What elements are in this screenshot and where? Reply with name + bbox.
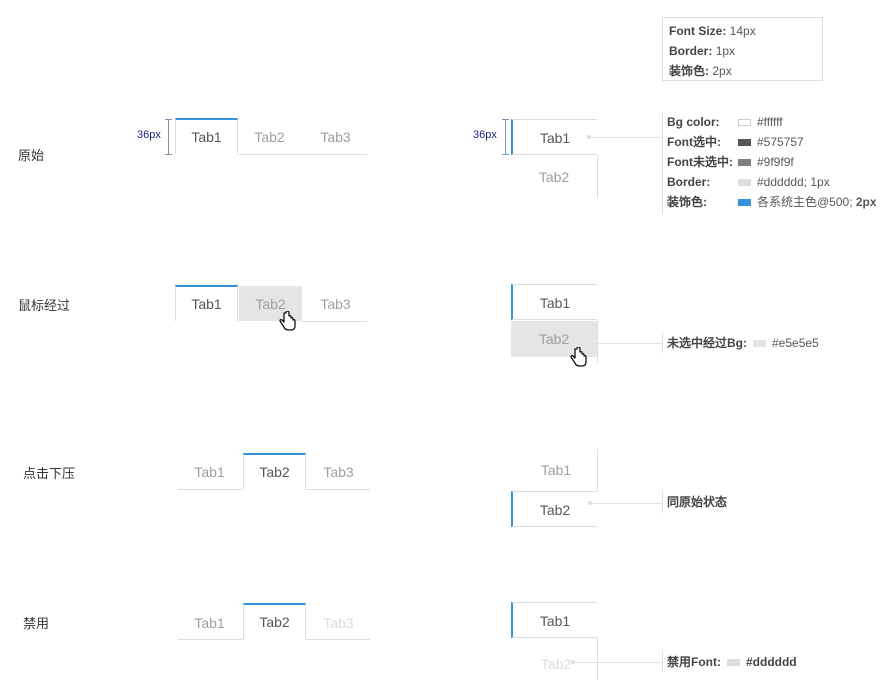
legend-bg-color: Bg color: #ffffff — [667, 115, 783, 129]
swatch-accent — [738, 199, 751, 207]
tab-2[interactable]: Tab2 — [243, 603, 306, 639]
spec-border-key: Border: — [669, 44, 713, 58]
spec-border-value: 1px — [715, 44, 736, 58]
row-label-pressed: 点击下压 — [23, 466, 76, 481]
tab-2[interactable]: Tab2 — [511, 159, 597, 195]
legend-border: Border: #dddddd; 1px — [667, 175, 830, 189]
tab-1[interactable]: Tab1 — [178, 454, 241, 490]
spec-accent-key: 装饰色: — [669, 64, 709, 78]
swatch-bg — [738, 119, 751, 127]
tab-1[interactable]: Tab1 — [175, 118, 238, 154]
legend-font-unselected: Font未选中: #9f9f9f — [667, 155, 794, 169]
hand-pointer-icon — [279, 311, 296, 331]
note-disabled-font: 禁用Font: #dddddd — [667, 655, 797, 669]
tab-3[interactable]: Tab3 — [304, 286, 367, 322]
legend-accent: 装饰色: 各系统主色@500; 2px — [667, 195, 877, 209]
leader-line — [574, 662, 662, 663]
legend-font-selected: Font选中: #575757 — [667, 135, 804, 149]
leader-dot — [587, 135, 591, 139]
row-label-hover: 鼠标经过 — [18, 298, 71, 313]
tabbar-baseline — [302, 321, 367, 322]
tabbar-baseline — [306, 639, 370, 640]
tab-1[interactable]: Tab1 — [175, 285, 238, 321]
note-hover-bg: 未选中经过Bg: #e5e5e5 — [667, 336, 819, 350]
tab-1[interactable]: Tab1 — [511, 119, 597, 155]
tab-1[interactable]: Tab1 — [511, 284, 597, 320]
swatch-border — [738, 179, 751, 187]
legend-bracket — [662, 113, 663, 214]
leader-dot — [571, 660, 575, 664]
note-pressed: 同原始状态 — [667, 495, 728, 509]
height-dimension-bar — [168, 119, 169, 155]
note-bracket — [662, 491, 663, 513]
tab-1[interactable]: Tab1 — [513, 452, 599, 488]
leader-dot — [588, 501, 592, 505]
tabbar-baseline — [238, 154, 367, 155]
tab-3-disabled: Tab3 — [323, 615, 354, 631]
swatch-hover-bg — [753, 340, 766, 348]
note-bracket — [662, 333, 663, 353]
tabbar-rail — [597, 155, 598, 198]
spec-font-size-key: Font Size: — [669, 24, 727, 38]
hand-pointer-icon — [570, 347, 587, 367]
swatch-disabled-font — [726, 659, 740, 667]
tab-2[interactable]: Tab2 — [511, 491, 597, 527]
height-dimension-label: 36px — [137, 129, 161, 141]
height-dimension-bar — [505, 119, 506, 155]
spec-accent-value: 2px — [712, 64, 732, 78]
note-bracket — [662, 651, 663, 672]
tab-3[interactable]: Tab3 — [304, 119, 367, 155]
tab-2-disabled: Tab2 — [540, 656, 572, 672]
tab-2[interactable]: Tab2 — [238, 119, 301, 155]
spec-font-size-value: 14px — [729, 24, 756, 38]
swatch-font-unselected — [738, 159, 751, 167]
tab-3[interactable]: Tab3 — [307, 454, 370, 490]
leader-line — [590, 343, 662, 344]
tab-1[interactable]: Tab1 — [178, 605, 241, 641]
row-label-original: 原始 — [18, 148, 45, 163]
height-dimension-label: 36px — [473, 129, 497, 141]
tab-2[interactable]: Tab2 — [243, 453, 306, 489]
leader-line — [591, 503, 662, 504]
tabbar-rail — [597, 321, 598, 363]
spec-box: Font Size: 14px Border: 1px 装饰色: 2px — [662, 17, 823, 81]
row-label-disabled: 禁用 — [23, 616, 50, 631]
tabbar-baseline — [306, 489, 370, 490]
swatch-font-selected — [738, 139, 751, 147]
leader-line — [590, 137, 662, 138]
tab-1[interactable]: Tab1 — [511, 602, 597, 638]
